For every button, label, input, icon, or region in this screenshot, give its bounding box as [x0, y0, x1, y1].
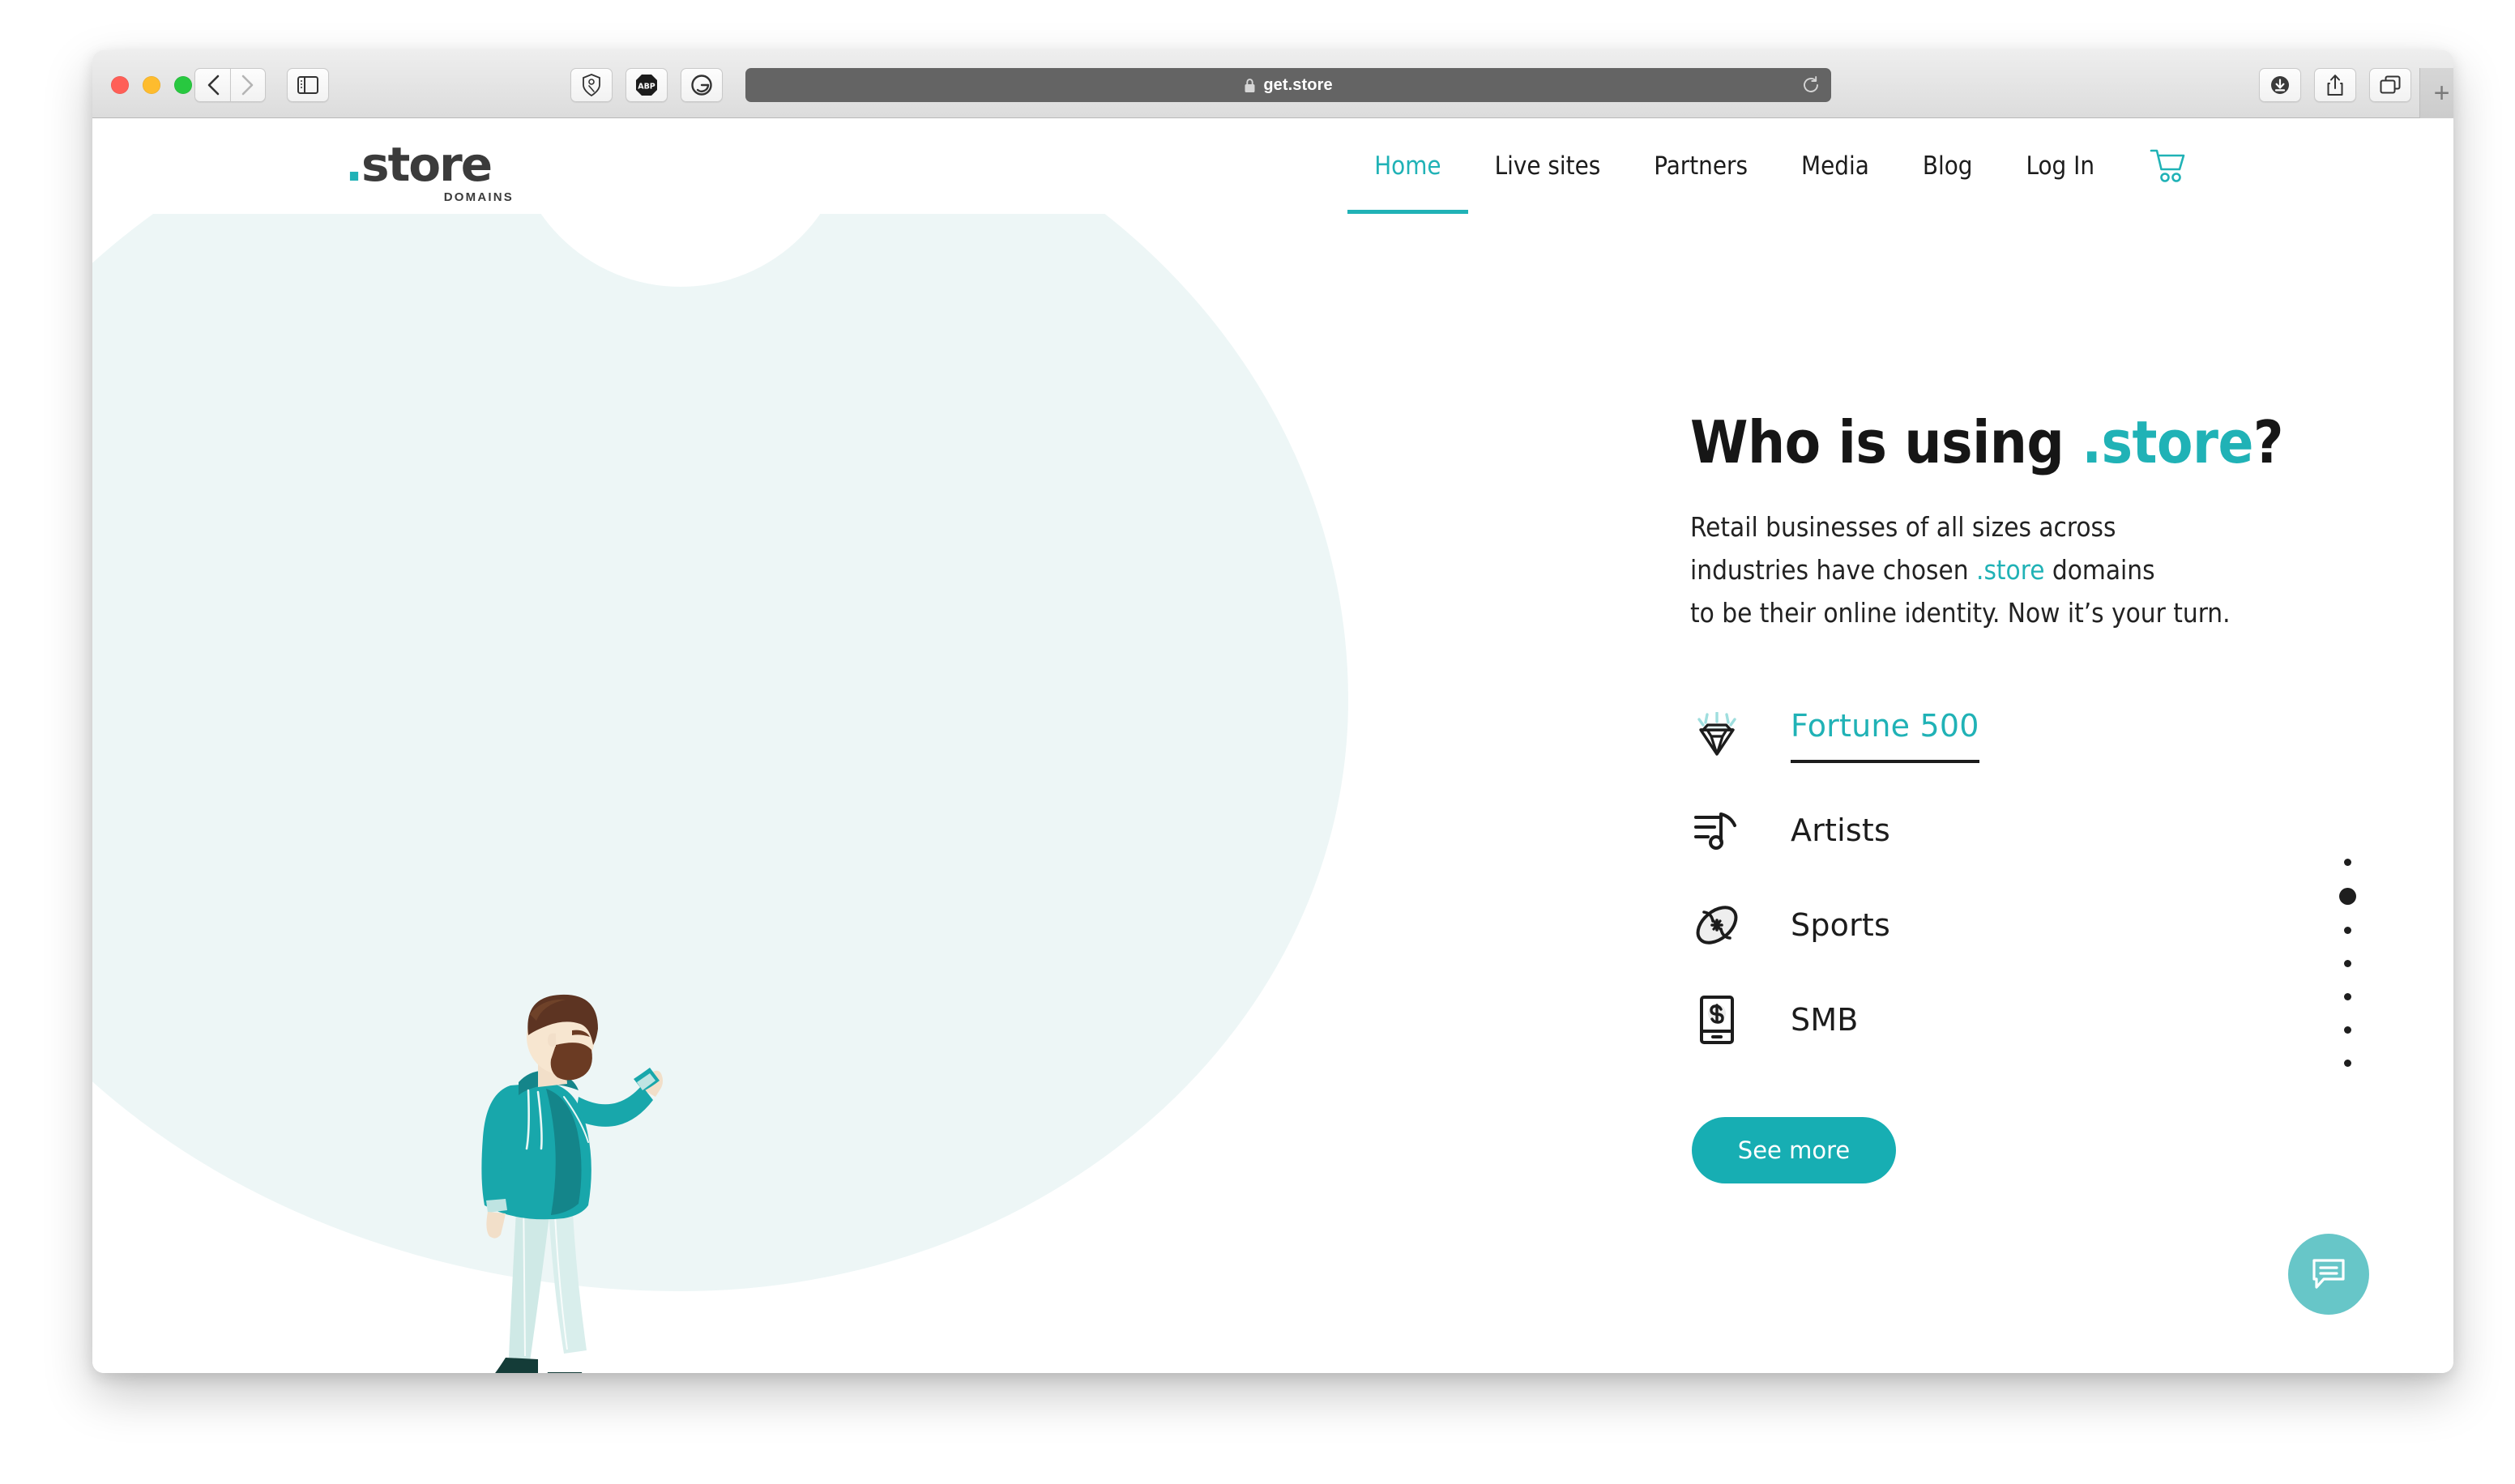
carousel-dot-7[interactable] — [2344, 1060, 2351, 1067]
hero-content: Who is using .store? Retail businesses o… — [1690, 214, 2419, 1184]
site-logo[interactable]: .store DOMAINS — [345, 141, 515, 204]
nav-item-log-in[interactable]: Log In — [1999, 118, 2121, 214]
address-bar-url: get.store — [1263, 75, 1333, 94]
forward-button[interactable] — [230, 68, 266, 102]
page-viewport: .store DOMAINS Home Live sites Partners … — [92, 118, 2453, 1373]
carousel-dot-3[interactable] — [2344, 927, 2351, 934]
sidebar-toggle-button[interactable] — [287, 68, 329, 102]
share-button[interactable] — [2314, 68, 2356, 102]
close-window-button[interactable] — [111, 76, 129, 94]
download-icon — [2271, 76, 2289, 94]
logo-text: store — [361, 137, 493, 192]
category-label: SMB — [1791, 1001, 1859, 1038]
carousel-dot-4[interactable] — [2344, 960, 2351, 967]
category-item-smb[interactable]: SMB — [1690, 972, 2419, 1067]
nav-item-live-sites[interactable]: Live sites — [1468, 118, 1628, 214]
diamond-icon — [1690, 709, 1744, 762]
shield-icon — [583, 74, 600, 96]
hero-title-accent: .store — [2082, 408, 2253, 476]
nav-item-blog[interactable]: Blog — [1896, 118, 2000, 214]
pointing-man-illustration — [481, 994, 663, 1373]
minimize-window-button[interactable] — [143, 76, 160, 94]
grammarly-extension-button[interactable] — [681, 68, 723, 102]
downloads-button[interactable] — [2259, 68, 2301, 102]
hero-title: Who is using .store? — [1690, 413, 2419, 471]
nav-item-partners[interactable]: Partners — [1627, 118, 1774, 214]
category-label: Artists — [1791, 812, 1890, 848]
share-icon — [2327, 75, 2343, 96]
back-button[interactable] — [194, 68, 230, 102]
category-label: Fortune 500 — [1791, 708, 1979, 763]
category-item-artists[interactable]: Artists — [1690, 783, 2419, 877]
hero-desc-line3: to be their online identity. Now it’s yo… — [1690, 596, 2231, 629]
reload-button[interactable] — [1802, 76, 1820, 94]
adblock-plus-extension-button[interactable]: ABP — [626, 68, 668, 102]
new-tab-label: + — [2433, 78, 2450, 109]
hero-section: Who is using .store? Retail businesses o… — [92, 214, 2453, 1373]
browser-toolbar: ABP get.store + — [92, 50, 2453, 118]
nav-item-media[interactable]: Media — [1774, 118, 1896, 214]
hero-illustration — [459, 991, 702, 1373]
hero-title-suffix: ? — [2252, 408, 2284, 476]
cart-button[interactable] — [2149, 148, 2186, 184]
chat-widget-button[interactable] — [2288, 1234, 2369, 1315]
browser-window: ABP get.store + .store DOMAINS Home Live… — [92, 50, 2453, 1373]
hero-desc-line2a: industries have chosen — [1690, 553, 1977, 586]
hero-desc-line2b: domains — [2044, 553, 2155, 586]
privacy-badger-extension-button[interactable] — [570, 68, 613, 102]
hero-desc-line1: Retail businesses of all sizes across — [1690, 511, 2116, 543]
logo-wordmark: .store — [345, 141, 515, 188]
abp-icon: ABP — [636, 75, 657, 96]
chevron-left-icon — [207, 75, 219, 96]
reload-icon — [1804, 76, 1818, 92]
svg-text:ABP: ABP — [638, 83, 655, 92]
chevron-right-icon — [241, 75, 254, 96]
sidebar-icon — [297, 76, 318, 94]
category-item-fortune-500[interactable]: Fortune 500 — [1690, 688, 2419, 783]
music-note-icon — [1690, 804, 1744, 857]
carousel-dot-1[interactable] — [2344, 859, 2351, 866]
main-navigation: Home Live sites Partners Media Blog Log … — [1347, 118, 2186, 214]
shopping-cart-icon — [2150, 149, 2185, 182]
zoom-window-button[interactable] — [174, 76, 192, 94]
category-label: Sports — [1791, 906, 1891, 943]
tab-overview-button[interactable] — [2369, 68, 2411, 102]
hero-desc-accent: .store — [1976, 553, 2045, 586]
chat-bubble-icon — [2312, 1259, 2345, 1289]
carousel-dot-2[interactable] — [2339, 888, 2356, 905]
category-list: Fortune 500 Artists Sports SMB — [1690, 688, 2419, 1067]
window-controls — [111, 76, 192, 94]
grammarly-icon — [691, 75, 712, 96]
logo-dot: . — [345, 137, 363, 192]
new-tab-button[interactable]: + — [2419, 68, 2453, 118]
background-blob — [92, 214, 1348, 1291]
carousel-dot-5[interactable] — [2344, 993, 2351, 1000]
hero-description: Retail businesses of all sizes across ind… — [1690, 506, 2419, 634]
site-header: .store DOMAINS Home Live sites Partners … — [92, 118, 2453, 214]
hero-title-plain: Who is using — [1690, 408, 2082, 476]
see-more-button[interactable]: See more — [1692, 1117, 1896, 1184]
carousel-pagination — [2339, 846, 2356, 1080]
lock-icon — [1244, 78, 1256, 93]
logo-subtitle: DOMAINS — [443, 190, 514, 204]
address-bar[interactable]: get.store — [745, 68, 1831, 102]
football-icon — [1690, 898, 1744, 952]
category-item-sports[interactable]: Sports — [1690, 877, 2419, 972]
phone-dollar-icon — [1690, 993, 1744, 1047]
nav-item-home[interactable]: Home — [1347, 118, 1468, 214]
tabs-icon — [2380, 75, 2401, 94]
carousel-dot-6[interactable] — [2344, 1026, 2351, 1034]
